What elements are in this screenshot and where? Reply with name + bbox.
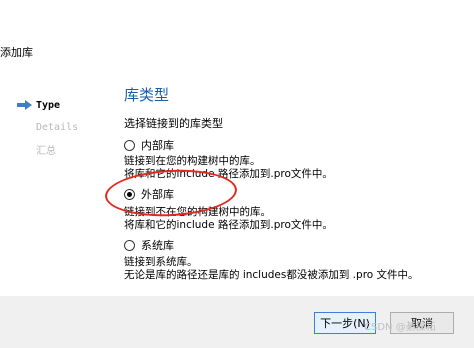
sidebar-step-details: Details [36, 122, 79, 133]
description-line: 链接到在您的构建树中的库。 [124, 155, 261, 167]
sidebar-step-summary: 汇总 [36, 146, 56, 157]
sidebar-step-type: Type [36, 100, 61, 111]
radio-system-library[interactable]: 系统库 [124, 237, 174, 253]
radio-button[interactable] [124, 239, 135, 251]
external-library-description: 链接到不在您的构建树中的库。 将库和它的include 路径添加到.pro文件中… [124, 206, 333, 232]
radio-button[interactable] [124, 139, 135, 151]
cancel-button[interactable]: 取消 [390, 312, 454, 334]
description-line: 链接到不在您的构建树中的库。 [124, 206, 271, 218]
description-line: 无论是库的路径还是库的 includes都没被添加到 .pro 文件中。 [124, 269, 419, 281]
radio-button-checked[interactable] [124, 188, 135, 200]
option-label: 内部库 [141, 139, 174, 152]
option-label: 系统库 [141, 239, 174, 252]
description-line: 链接到系统库。 [124, 256, 198, 268]
description-line: 将库和它的include 路径添加到.pro文件中。 [124, 219, 333, 231]
page-title: 库类型 [124, 86, 170, 104]
internal-library-description: 链接到在您的构建树中的库。 将库和它的include 路径添加到.pro文件中。 [124, 155, 333, 181]
option-label: 外部库 [141, 188, 174, 201]
next-button[interactable]: 下一步(N) [314, 312, 376, 334]
current-step-arrow-icon [17, 100, 32, 110]
window-header: 添加库 [0, 0, 474, 96]
question-label: 选择链接到的库类型 [124, 117, 223, 130]
description-line: 将库和它的include 路径添加到.pro文件中。 [124, 168, 333, 180]
system-library-description: 链接到系统库。 无论是库的路径还是库的 includes都没被添加到 .pro … [124, 256, 419, 282]
radio-internal-library[interactable]: 内部库 [124, 137, 174, 153]
window-title: 添加库 [0, 46, 33, 59]
radio-external-library[interactable]: 外部库 [124, 186, 174, 202]
